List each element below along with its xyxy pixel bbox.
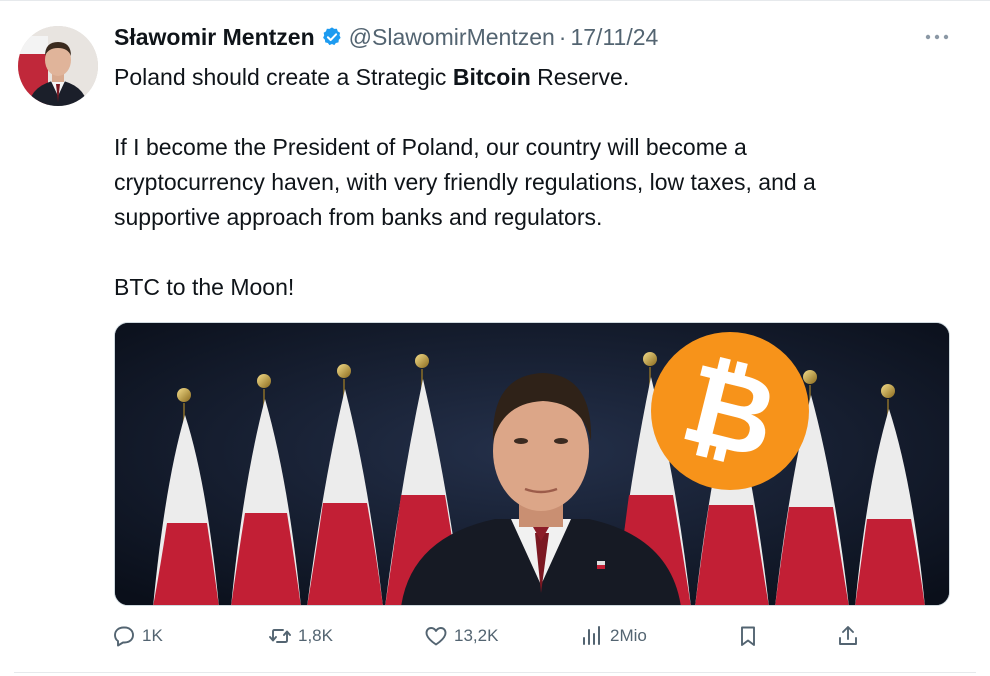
tweet-line-1: Poland should create a Strategic Bitcoin… <box>114 64 630 90</box>
author-name[interactable]: Sławomir Mentzen <box>114 24 315 51</box>
repost-count: 1,8K <box>298 626 333 645</box>
tweet-paragraph-3: BTC to the Moon! <box>114 274 295 300</box>
repost-button[interactable]: 1,8K <box>268 620 333 652</box>
header-separator: · <box>558 23 567 50</box>
share-icon <box>839 626 857 645</box>
tweet-header: Sławomir Mentzen @SlawomirMentzen · 17/1… <box>114 20 658 54</box>
avatar[interactable] <box>18 26 98 106</box>
hashtag-bitcoin: Bitcoin <box>452 64 531 90</box>
reply-icon <box>114 626 134 647</box>
author-handle[interactable]: @SlawomirMentzen <box>349 24 555 51</box>
bottom-divider <box>14 672 976 673</box>
bookmark-icon <box>741 626 755 646</box>
avatar-image <box>18 26 98 106</box>
bookmark-button[interactable] <box>736 620 766 652</box>
bitcoin-icon: ₿ <box>651 332 809 490</box>
more-icon[interactable] <box>924 30 950 44</box>
like-icon <box>425 627 447 646</box>
repost-icon <box>269 629 291 643</box>
verified-icon <box>322 27 341 46</box>
like-count: 13,2K <box>454 626 499 645</box>
share-button[interactable] <box>836 620 866 652</box>
like-button[interactable]: 13,2K <box>424 620 498 652</box>
tweet-text: Poland should create a Strategic Bitcoin… <box>114 60 954 305</box>
reply-count: 1K <box>142 626 163 645</box>
views-button[interactable]: 2Mio <box>580 620 647 652</box>
tweet-paragraph-2: If I become the President of Poland, our… <box>114 134 816 230</box>
action-bar: 1K 1,8K 13,2K 2Mio <box>112 620 872 652</box>
tweet-date[interactable]: 17/11/24 <box>570 24 658 51</box>
tweet-media-image[interactable]: ₿ <box>114 322 950 606</box>
media-illustration: ₿ <box>115 323 949 605</box>
views-count: 2Mio <box>610 626 647 645</box>
top-divider <box>0 0 990 1</box>
views-icon <box>583 626 600 645</box>
reply-button[interactable]: 1K <box>112 620 163 652</box>
